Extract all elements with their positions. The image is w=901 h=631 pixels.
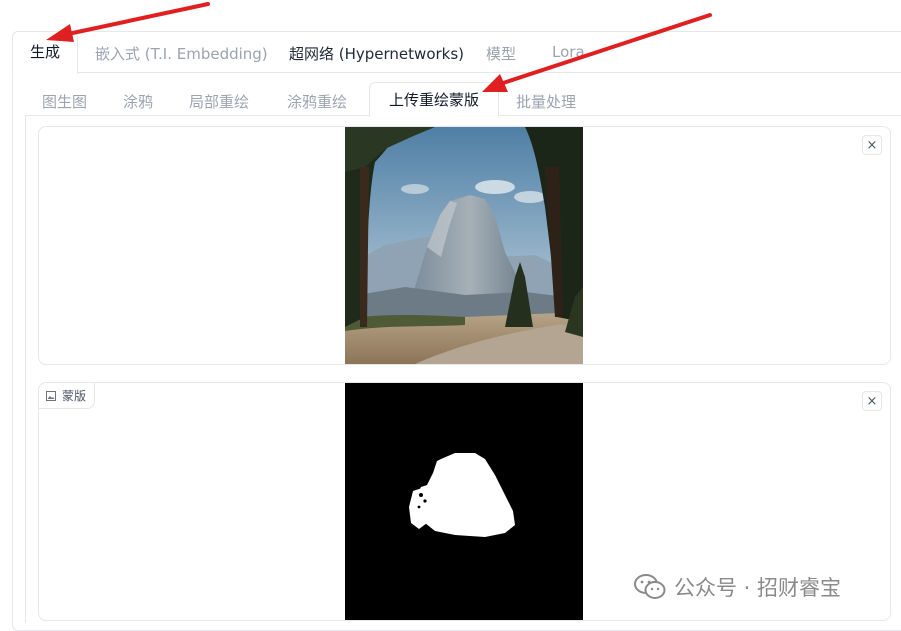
watermark-text: 公众号 · 招财睿宝 <box>674 576 842 600</box>
mask-image <box>345 383 583 620</box>
tab-hypernetworks[interactable]: 超网络 (Hypernetworks) <box>289 43 464 64</box>
tab-inpaint-upload[interactable]: 上传重绘蒙版 <box>369 82 499 117</box>
sub-tab-bar: 图生图 涂鸦 局部重绘 涂鸦重绘 上传重绘蒙版 批量处理 <box>25 82 901 117</box>
tab-embedding[interactable]: 嵌入式 (T.I. Embedding) <box>95 43 268 64</box>
tab-generate[interactable]: 生成 <box>12 31 78 74</box>
tab-batch[interactable]: 批量处理 <box>516 91 576 112</box>
mask-label-text: 蒙版 <box>62 388 87 403</box>
top-tab-bar: 生成 嵌入式 (T.I. Embedding) 超网络 (Hypernetwor… <box>12 31 901 74</box>
wechat-icon <box>634 574 666 599</box>
source-image-upload[interactable]: × <box>38 126 891 365</box>
source-image <box>345 127 583 364</box>
tab-inpaint-sketch[interactable]: 涂鸦重绘 <box>287 91 347 112</box>
close-mask-button[interactable]: × <box>862 391 882 411</box>
tab-model[interactable]: 模型 <box>486 43 516 64</box>
image-icon <box>46 390 56 401</box>
close-image-button[interactable]: × <box>862 135 882 155</box>
tab-lora[interactable]: Lora <box>552 43 585 61</box>
tab-img2img[interactable]: 图生图 <box>42 91 87 112</box>
watermark: 公众号 · 招财睿宝 <box>634 572 841 602</box>
mask-label: 蒙版 <box>39 383 96 409</box>
tab-inpaint[interactable]: 局部重绘 <box>189 91 249 112</box>
tab-sketch[interactable]: 涂鸦 <box>123 91 153 112</box>
